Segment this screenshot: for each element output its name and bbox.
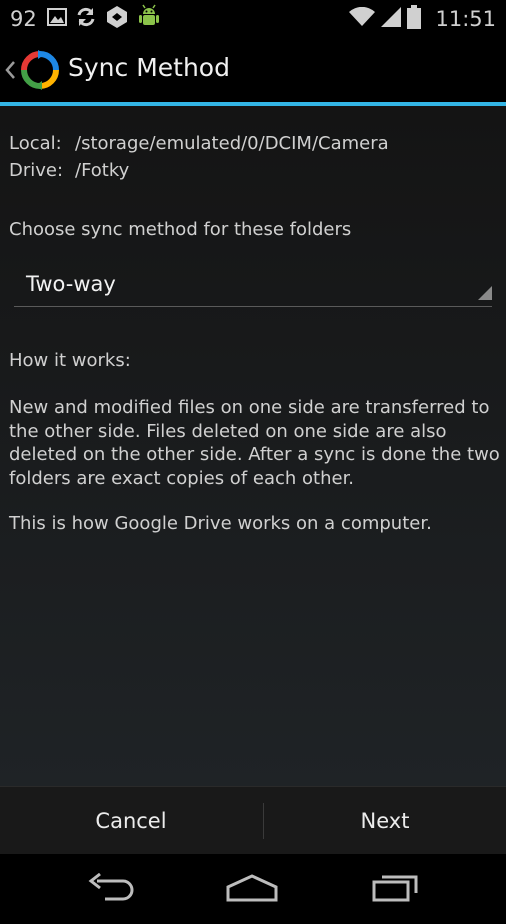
recents-nav-button[interactable] (366, 872, 426, 908)
drive-path: /Fotky (75, 160, 130, 181)
google-drive-note: This is how Google Drive works on a comp… (9, 513, 432, 534)
button-bar: Cancel Next (0, 786, 506, 855)
status-right: 11:51 (349, 5, 496, 33)
action-bar: Sync Method (0, 38, 506, 102)
back-nav-button[interactable] (82, 872, 142, 908)
up-caret-icon[interactable] (4, 60, 16, 84)
recents-icon (371, 873, 421, 907)
cancel-button[interactable]: Cancel (0, 787, 262, 855)
page-title: Sync Method (68, 53, 230, 82)
signal-icon (381, 7, 402, 31)
app-logo-icon[interactable] (20, 50, 60, 94)
back-icon (87, 872, 137, 907)
image-icon (46, 8, 67, 30)
local-path: /storage/emulated/0/DCIM/Camera (75, 133, 389, 154)
local-path-row: Local: /storage/emulated/0/DCIM/Camera (9, 133, 389, 154)
battery-icon (407, 5, 422, 33)
wifi-icon (349, 6, 376, 31)
how-it-works-label: How it works: (9, 350, 131, 371)
sync-icon (75, 6, 97, 32)
android-debug-icon (137, 4, 161, 34)
content-area: Local: /storage/emulated/0/DCIM/Camera Dr… (0, 106, 506, 786)
sync-method-spinner[interactable]: Two-way (14, 262, 492, 307)
drive-label: Drive: (9, 160, 64, 181)
home-nav-button[interactable] (222, 872, 282, 908)
spinner-arrow-icon (478, 285, 492, 304)
status-time: 11:51 (435, 7, 496, 31)
local-label: Local: (9, 133, 62, 154)
drive-path-row: Drive: /Fotky (9, 160, 129, 181)
hexagon-app-icon (105, 5, 129, 33)
next-button[interactable]: Next (264, 787, 506, 855)
choose-method-label: Choose sync method for these folders (9, 219, 352, 240)
home-icon (225, 873, 279, 907)
notification-count: 92 (10, 7, 37, 31)
sync-method-value: Two-way (26, 272, 116, 296)
status-left: 92 (10, 4, 161, 34)
sync-description: New and modified files on one side are t… (9, 397, 500, 489)
status-bar: 92 11:51 (0, 0, 506, 38)
navigation-bar (0, 854, 506, 924)
